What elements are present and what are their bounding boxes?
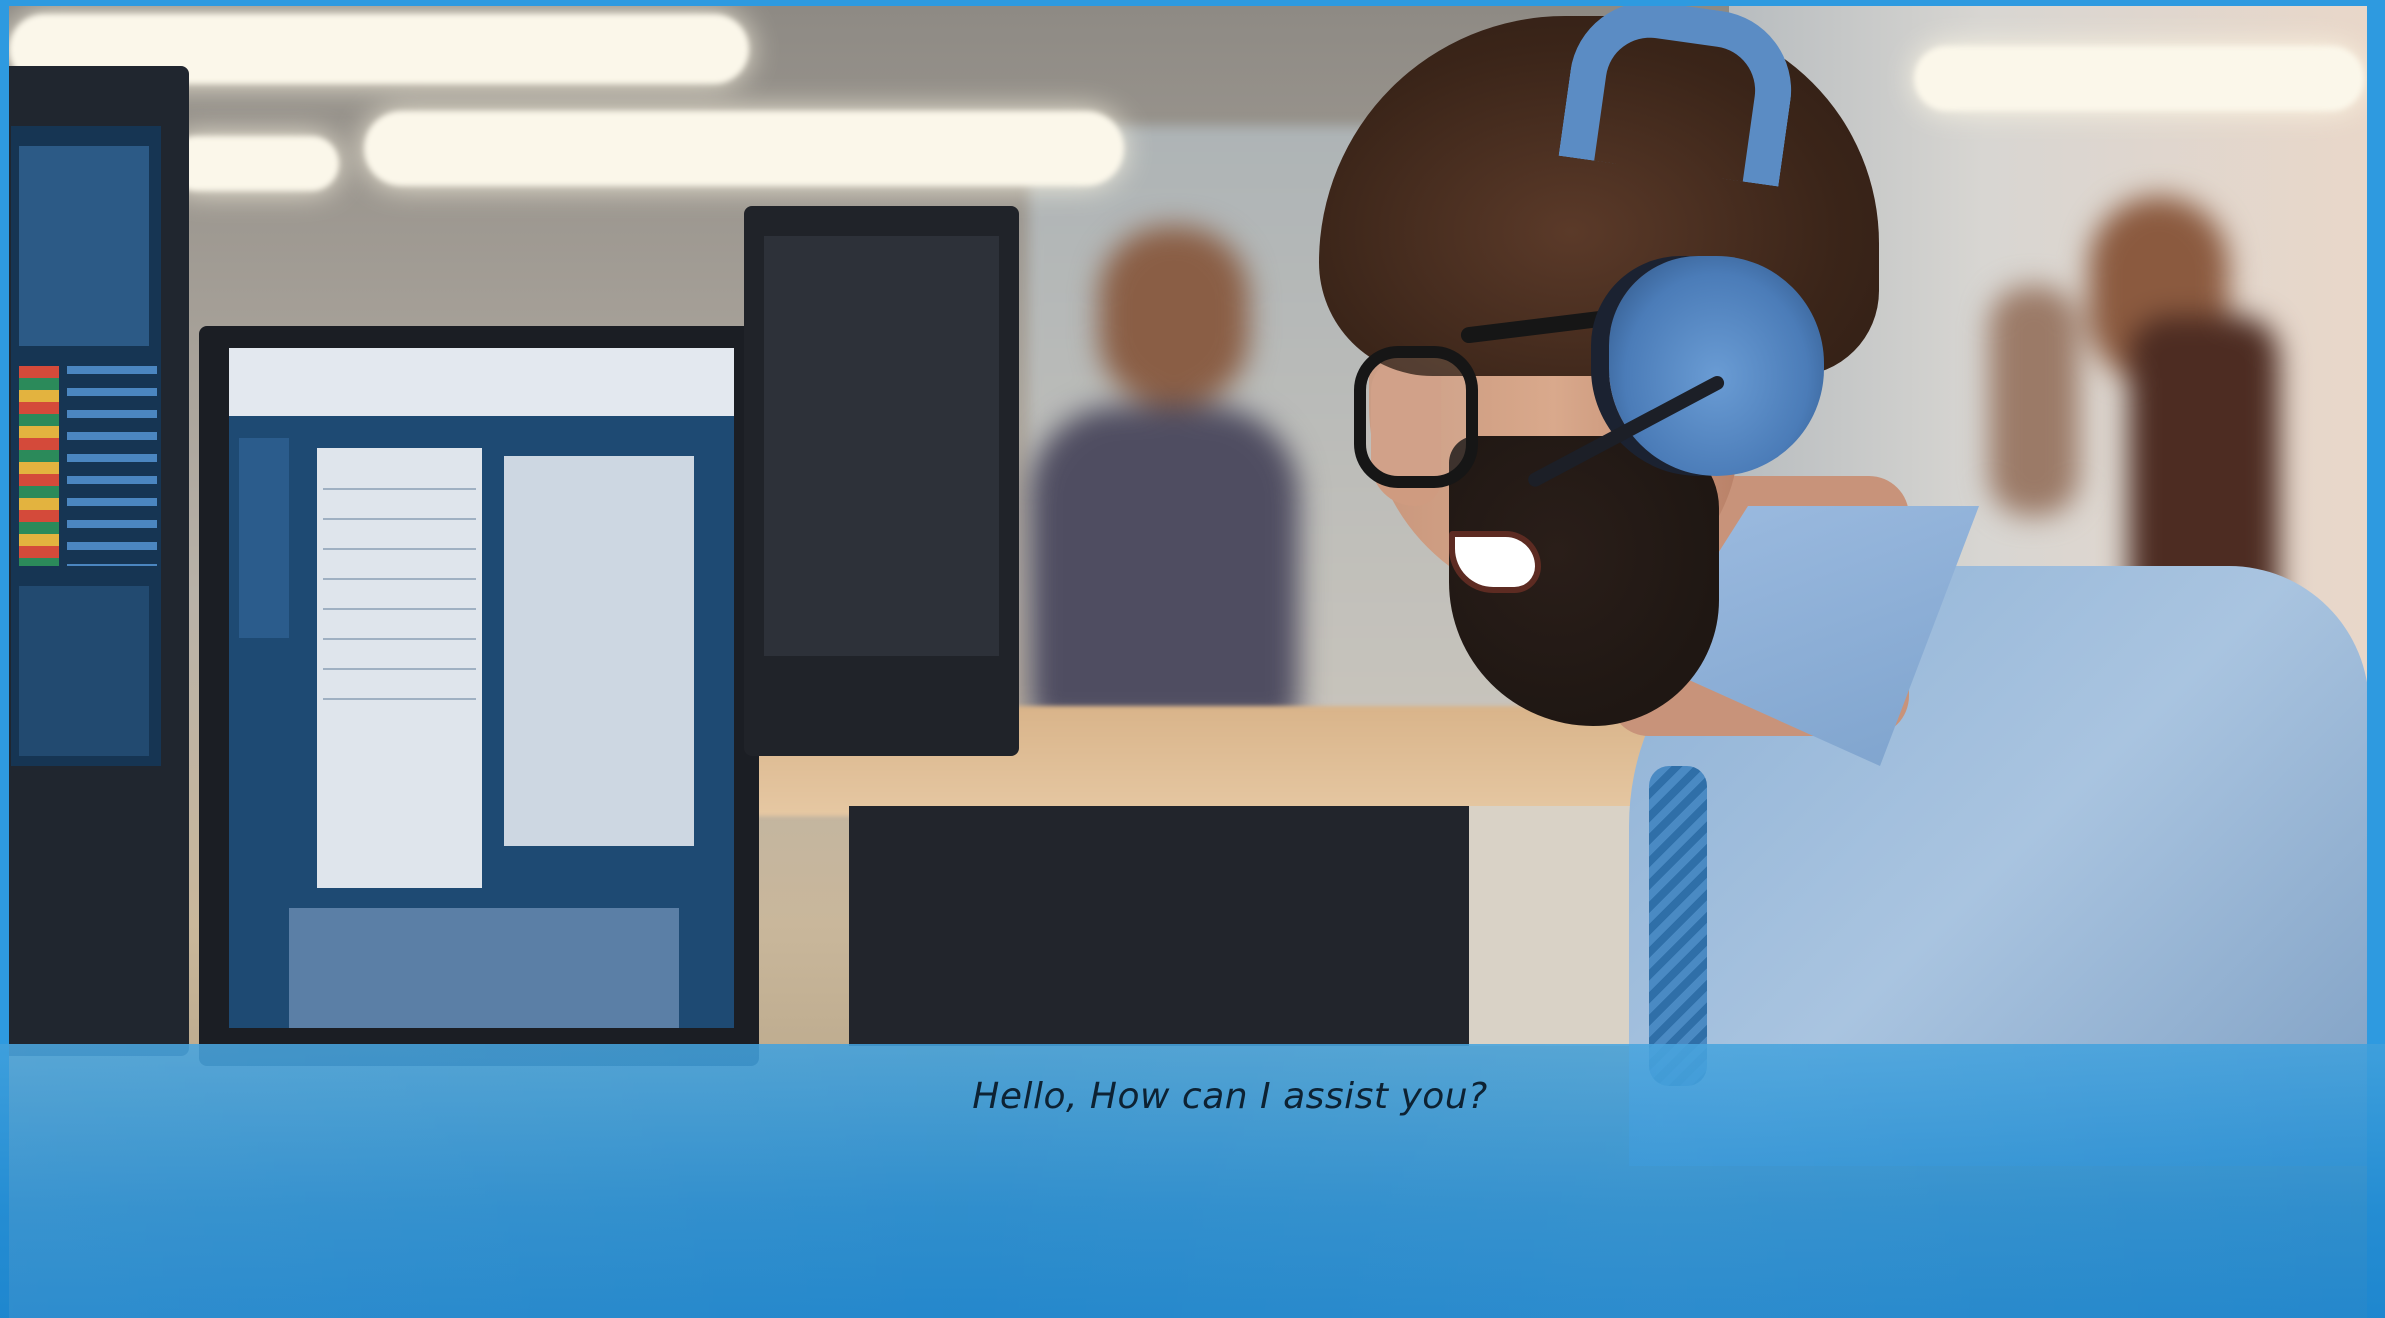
- agent-tie: [1649, 766, 1707, 1086]
- screen-panel-detail: [504, 456, 694, 846]
- screen-panel-list: [317, 448, 482, 888]
- glasses-icon: [1354, 346, 1478, 488]
- monitor-screen: [764, 236, 999, 656]
- monitor-back: [744, 206, 1019, 756]
- monitor-screen: [11, 126, 161, 766]
- headset-icon: [1609, 256, 1824, 476]
- dialogue-text: Hello, How can I assist you?: [972, 1076, 1488, 1117]
- ceiling-light: [364, 111, 1124, 186]
- monitor-screen: [229, 348, 734, 1028]
- ceiling-light: [1914, 46, 2364, 111]
- monitor-far-left: [9, 66, 189, 1056]
- background-coworker-left: [989, 226, 1309, 726]
- game-frame: Hello, How can I assist you?: [0, 0, 2385, 1318]
- ceiling-light: [169, 136, 339, 191]
- headset-band: [1558, 6, 1802, 187]
- monitor-center: [199, 326, 759, 1066]
- desk-front: [849, 806, 1469, 1046]
